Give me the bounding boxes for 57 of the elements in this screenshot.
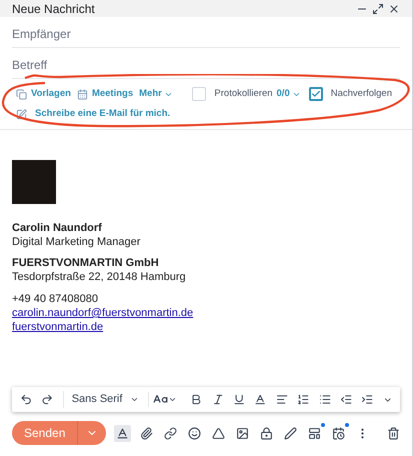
log-count-menu[interactable]: 0/0 [276,86,301,102]
signature-phone: +49 40 87408080 [12,292,99,306]
caret-icon[interactable] [168,395,178,404]
text-format-icon [116,426,130,440]
text-format-button[interactable] [114,424,132,442]
layout-button[interactable] [306,424,324,442]
photo-placeholder [12,160,56,204]
paperclip-icon [140,426,154,440]
smiley-button[interactable] [186,424,204,442]
numbered-list-icon[interactable] [297,393,310,406]
input-field[interactable]: Betreff [12,52,400,79]
pen-icon [284,426,298,440]
log-label: Protokollieren [214,86,273,101]
align-icon[interactable] [276,393,288,406]
tool-link[interactable]: Vorlagen [31,86,71,102]
bold-icon[interactable] [190,393,203,406]
calendar-clock-button[interactable] [330,424,348,442]
edit-icon [16,108,27,120]
caret-icon [130,395,140,404]
image-icon [236,426,250,440]
signature-company: FUERSTVONMARTIN GmbH [12,256,160,270]
track-label: Nachverfolgen [330,86,392,101]
expand-icon[interactable] [372,2,384,14]
paperclip-button[interactable] [138,424,156,442]
ai-write-link[interactable]: Schreibe eine E-Mail für mich. [35,106,170,122]
indent-more-icon[interactable] [361,393,374,406]
calendar-clock-icon [332,426,346,440]
undo-icon[interactable] [20,393,32,406]
tool-link[interactable]: Meetings [92,86,134,102]
signature-name: Carolin Naundorf [12,221,103,235]
input-field[interactable]: Empfänger [12,21,400,48]
check-icon [310,89,321,99]
calendar-icon [76,88,88,100]
website-link[interactable]: fuerstvonmartin.de [12,320,104,334]
send-button[interactable]: Senden [12,421,78,445]
email-link[interactable]: carolin.naundorf@fuerstvonmartin.de [12,306,194,320]
link-button[interactable] [162,424,180,442]
font-dropdown[interactable]: Sans Serif [62,391,140,408]
triangle-icon [212,426,226,440]
layout-icon [308,426,322,440]
italic-icon[interactable] [212,393,224,406]
signature-address: Tesdorpfstraße 22, 20148 Hamburg [12,270,187,284]
close-icon[interactable] [388,2,400,14]
text-color-icon[interactable] [254,393,267,406]
redo-icon[interactable] [41,393,54,406]
checkbox[interactable] [308,87,323,101]
pen-button[interactable] [282,424,300,442]
indent-less-icon[interactable] [340,393,352,406]
lock-icon [260,426,274,440]
underline-icon[interactable] [233,393,246,406]
more-menu[interactable]: Mehr [139,86,173,102]
signature-role: Digital Marketing Manager [12,235,142,249]
copy-icon [16,88,27,100]
smiley-icon [188,426,202,440]
window-title: Neue Nachricht [12,0,96,18]
link-icon [164,426,178,440]
trash-icon[interactable] [387,426,400,440]
